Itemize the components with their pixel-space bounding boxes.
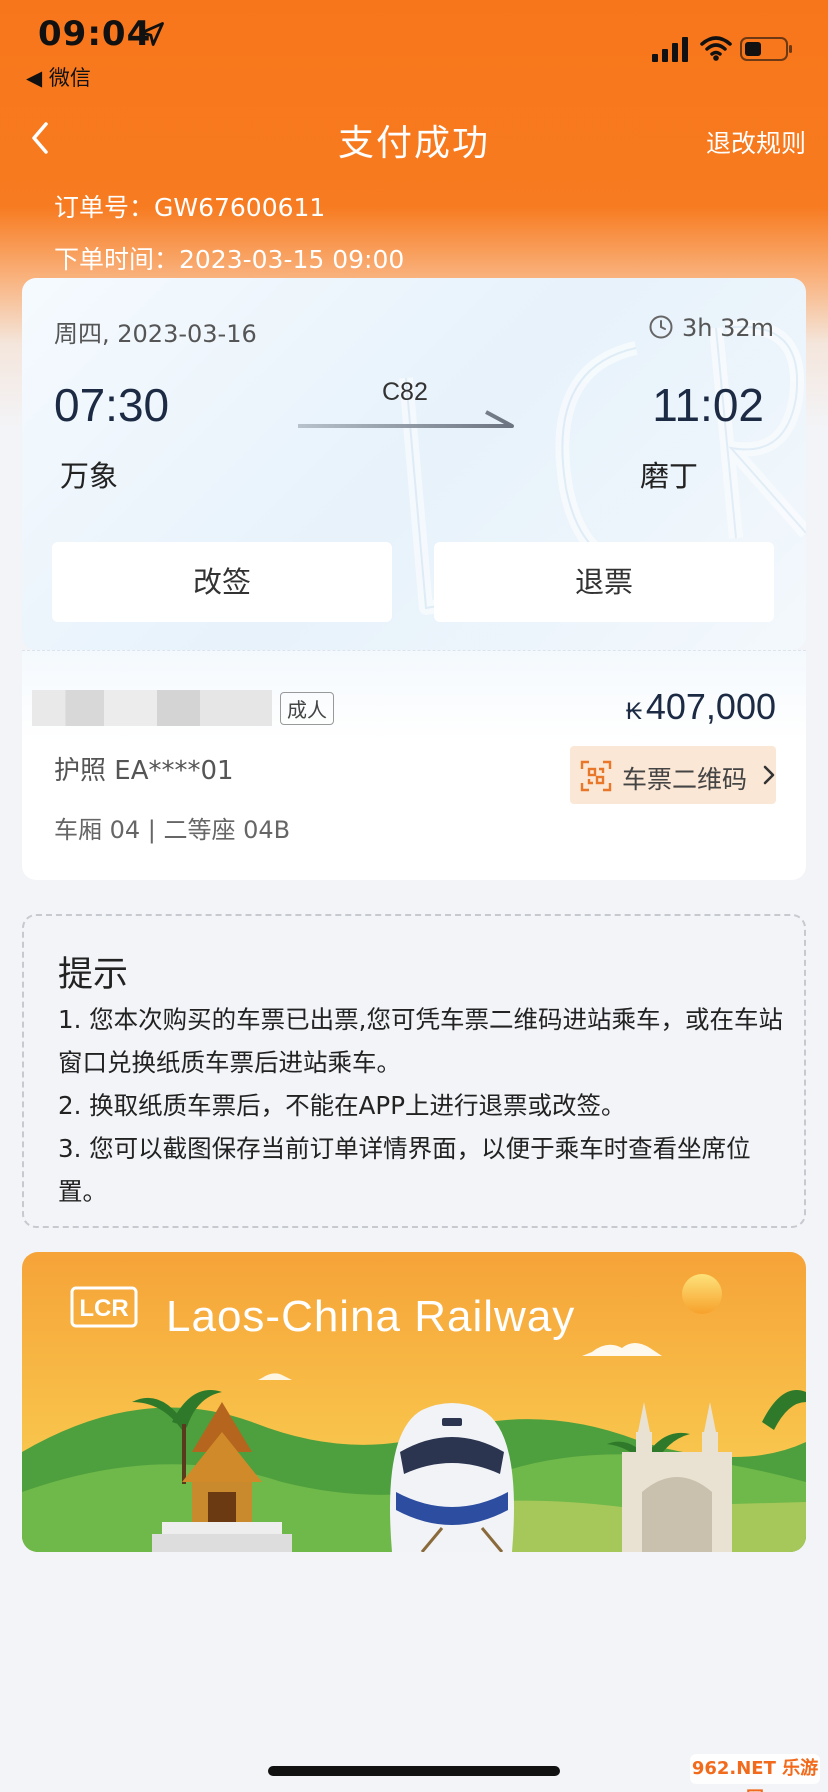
wifi-icon xyxy=(700,36,732,61)
passport-info: 护照 EA****01 xyxy=(54,756,234,786)
price-amount: 407,000 xyxy=(645,686,776,727)
card-divider xyxy=(22,650,806,651)
tip-item: 2. 换取纸质车票后，不能在APP上进行退票或改签。 xyxy=(58,1091,626,1120)
svg-text:LCR: LCR xyxy=(79,1295,128,1322)
passenger-type-badge: 成人 xyxy=(280,692,334,725)
qr-button-label: 车票二维码 xyxy=(622,765,748,794)
battery-icon xyxy=(740,37,792,61)
tips-box: 提示 1. 您本次购买的车票已出票,您可凭车票二维码进站乘车，或在车站窗口兑换纸… xyxy=(22,914,806,1228)
order-time: 下单时间：2023-03-15 09:00 xyxy=(54,245,405,274)
site-watermark: 962.NET 乐游网 xyxy=(690,1754,820,1792)
refund-rules-link[interactable]: 退改规则 xyxy=(706,124,806,160)
order-number: 订单号：GW67600611 xyxy=(54,193,326,222)
ticket-card: 周四, 2023-03-16 3h 32m 07:30 C82 11:02 万象… xyxy=(22,278,806,650)
passenger-card: 成人 ₭ 407,000 护照 EA****01 车票二维码 车厢 04 | 二等… xyxy=(22,650,806,880)
clock-icon xyxy=(649,315,673,339)
qr-scan-icon xyxy=(580,760,612,792)
laos-china-railway-banner[interactable]: LCR Laos-China Railway xyxy=(22,1252,806,1552)
arrival-time: 11:02 xyxy=(652,379,764,431)
cellular-signal-icon xyxy=(652,37,688,62)
chevron-right-icon xyxy=(763,765,775,785)
navigation-bar: 支付成功 退改规则 xyxy=(0,104,828,174)
change-ticket-button[interactable]: 改签 xyxy=(52,542,392,622)
route-arrow-icon xyxy=(298,410,514,428)
departure-station: 万象 xyxy=(60,459,119,493)
seat-info: 车厢 04 | 二等座 04B xyxy=(54,816,291,844)
status-time: 09:04 xyxy=(38,14,152,54)
banner-title: Laos-China Railway xyxy=(166,1292,576,1341)
tip-item: 3. 您可以截图保存当前订单详情界面，以便于乘车时查看坐席位置。 xyxy=(58,1134,751,1206)
travel-date: 周四, 2023-03-16 xyxy=(54,320,257,348)
tips-title: 提示 xyxy=(58,955,129,995)
currency-symbol: ₭ xyxy=(625,698,642,725)
back-to-app-link[interactable]: ◀ 微信 xyxy=(26,62,91,92)
refund-ticket-button[interactable]: 退票 xyxy=(434,542,774,622)
status-bar: 09:04 ◀ 微信 xyxy=(0,0,828,90)
ticket-qr-code-button[interactable]: 车票二维码 xyxy=(570,746,776,804)
home-indicator[interactable] xyxy=(268,1766,560,1776)
location-arrow-icon xyxy=(140,22,164,46)
arrival-station: 磨丁 xyxy=(640,459,699,493)
train-number: C82 xyxy=(382,378,428,406)
tips-body: 1. 您本次购买的车票已出票,您可凭车票二维码进站乘车，或在车站窗口兑换纸质车票… xyxy=(58,998,788,1213)
ticket-price: ₭ 407,000 xyxy=(626,686,776,728)
trip-duration: 3h 32m xyxy=(681,314,774,342)
page-title: 支付成功 xyxy=(337,123,490,164)
departure-time: 07:30 xyxy=(54,379,170,431)
passenger-name-redacted xyxy=(32,690,272,726)
tip-item: 1. 您本次购买的车票已出票,您可凭车票二维码进站乘车，或在车站窗口兑换纸质车票… xyxy=(58,1005,783,1077)
